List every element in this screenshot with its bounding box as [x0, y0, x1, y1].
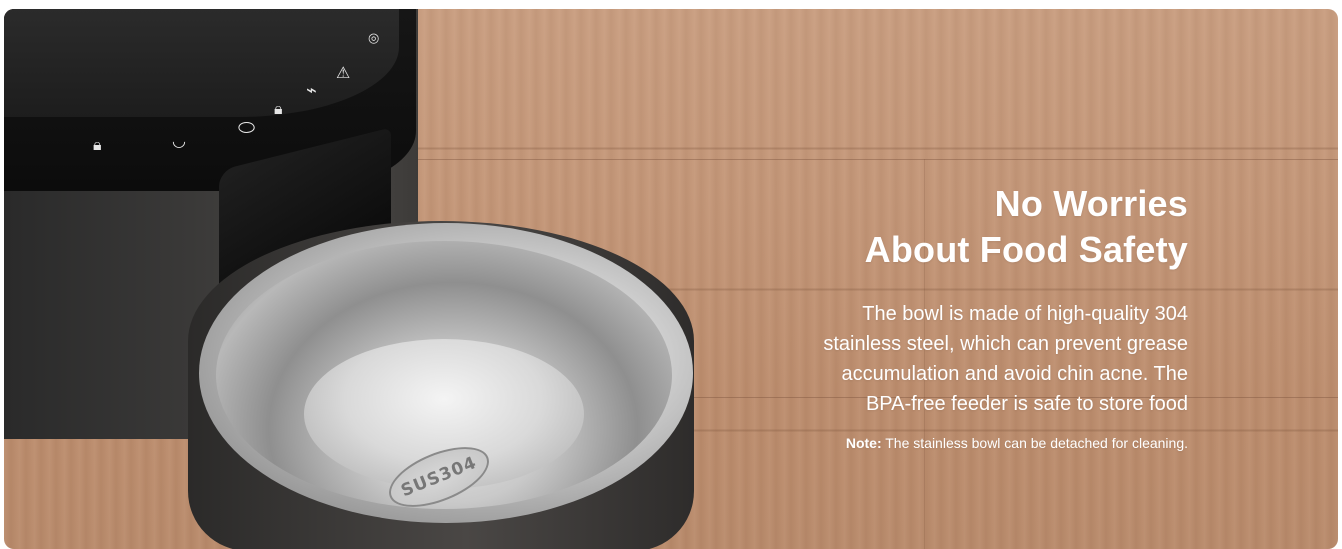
body-line: accumulation and avoid chin acne. The	[841, 363, 1188, 385]
mic-icon: ◎	[368, 31, 380, 46]
note-label: Note:	[845, 435, 882, 451]
bowl-icon: ◡	[172, 131, 186, 150]
lock-icon: 🔒︎	[274, 99, 283, 118]
feature-copy: No Worries About Food Safety The bowl is…	[668, 181, 1188, 453]
body-line: BPA-free feeder is safe to store food	[865, 393, 1188, 415]
note-text: The stainless bowl can be detached for c…	[885, 435, 1188, 451]
headline: No Worries About Food Safety	[668, 181, 1188, 273]
body-line: The bowl is made of high-quality 304	[862, 303, 1188, 325]
body-text: The bowl is made of high-quality 304 sta…	[668, 299, 1188, 419]
headline-line: No Worries	[994, 183, 1188, 224]
note: Note: The stainless bowl can be detached…	[668, 433, 1188, 453]
product-banner: 🔒︎ ◡ ⬭ 🔒︎ ⌁ ⚠︎ ◎ SUS304 No Worries About…	[4, 9, 1338, 549]
floor-seam	[418, 159, 1338, 160]
lock-icon: 🔒︎	[93, 135, 102, 154]
headline-line: About Food Safety	[864, 229, 1188, 270]
warning-icon: ⚠︎	[336, 63, 351, 82]
body-line: stainless steel, which can prevent greas…	[823, 333, 1188, 355]
bowl-icon: ⬭	[238, 115, 256, 139]
wifi-icon: ⌁	[306, 80, 317, 101]
